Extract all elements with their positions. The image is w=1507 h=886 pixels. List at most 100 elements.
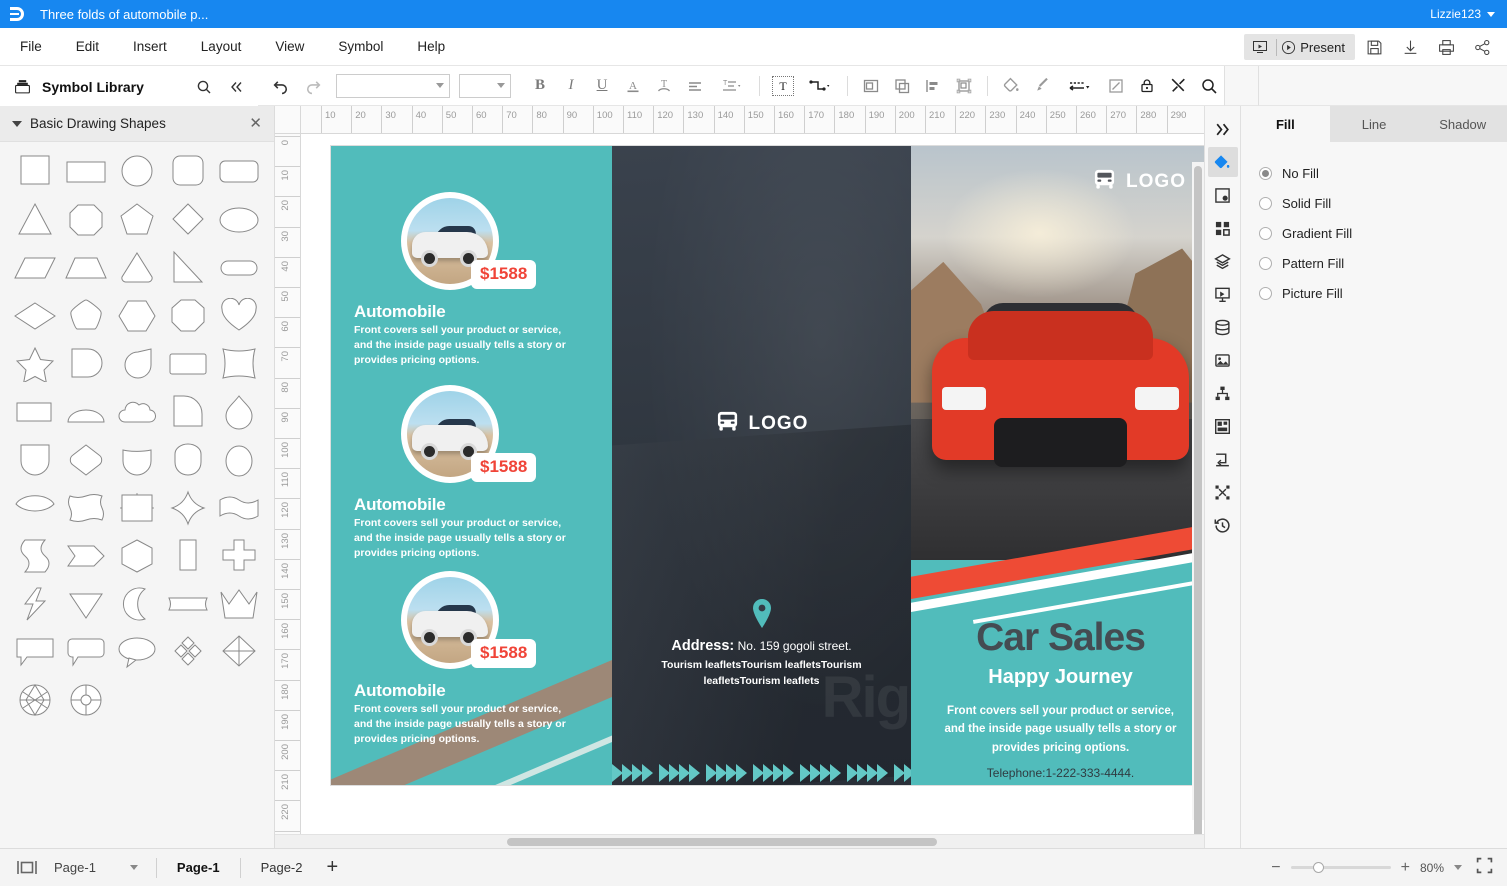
radio-button[interactable]	[1259, 197, 1272, 210]
shape-pill[interactable]	[215, 250, 264, 286]
fill-option-pattern-fill[interactable]: Pattern Fill	[1259, 248, 1489, 278]
expand-panel-icon[interactable]	[1208, 114, 1238, 144]
shape-gem[interactable]	[61, 586, 110, 622]
shape-rounded-square[interactable]	[164, 154, 213, 190]
shape-octagon[interactable]	[164, 298, 213, 334]
align-icon[interactable]	[680, 72, 710, 100]
shape-circle[interactable]	[112, 154, 161, 190]
brochure-middle-fold[interactable]: Rig	[612, 146, 911, 785]
fill-bucket-icon[interactable]	[1208, 147, 1238, 177]
brochure-right-fold[interactable]: LOGO Car Sales Happy Journey Front cover…	[911, 146, 1204, 785]
menu-layout[interactable]: Layout	[187, 34, 256, 59]
shape-s-curve[interactable]	[10, 538, 59, 574]
italic-icon[interactable]: I	[556, 72, 586, 100]
font-color-icon[interactable]: A	[618, 72, 648, 100]
history-icon[interactable]	[1208, 510, 1238, 540]
menu-symbol[interactable]: Symbol	[324, 34, 397, 59]
shape-quarter-circle[interactable]	[164, 394, 213, 430]
lock-icon[interactable]	[1132, 72, 1162, 100]
vertical-scrollbar[interactable]	[1192, 162, 1204, 820]
container-icon[interactable]	[1208, 411, 1238, 441]
duplicate-icon[interactable]	[887, 72, 917, 100]
scatter-icon[interactable]	[1208, 477, 1238, 507]
save-icon[interactable]	[1357, 32, 1391, 62]
shape-arch[interactable]	[164, 442, 213, 478]
print-icon[interactable]	[1429, 32, 1463, 62]
horizontal-scrollbar[interactable]	[275, 834, 1204, 848]
bold-icon[interactable]: B	[525, 72, 555, 100]
scrollbar-thumb[interactable]	[1194, 166, 1202, 834]
shape-lightning[interactable]	[10, 586, 59, 622]
tools-icon[interactable]	[1163, 72, 1193, 100]
search-icon[interactable]	[192, 75, 216, 99]
shape-rounded-rectangle[interactable]	[215, 154, 264, 190]
shape-hexagon[interactable]	[112, 298, 161, 334]
shape-bracket-frame-2[interactable]	[112, 490, 161, 526]
shape-quarter-round-square[interactable]	[61, 346, 110, 382]
connector-icon[interactable]	[799, 72, 839, 100]
fill-option-no-fill[interactable]: No Fill	[1259, 158, 1489, 188]
shape-hexagon-2[interactable]	[112, 538, 161, 574]
download-icon[interactable]	[1393, 32, 1427, 62]
arrange-icon[interactable]	[949, 72, 979, 100]
layers-icon[interactable]	[1208, 246, 1238, 276]
shape-moon[interactable]	[112, 586, 161, 622]
shape-flag-wave[interactable]	[215, 490, 264, 526]
shape-wheel[interactable]	[61, 682, 110, 718]
redo-icon[interactable]	[297, 72, 327, 100]
shape-star[interactable]	[10, 346, 59, 382]
right-logo[interactable]: LOGO	[1092, 168, 1186, 196]
shape-leaf[interactable]	[112, 346, 161, 382]
org-chart-icon[interactable]	[1208, 378, 1238, 408]
shape-pentagon[interactable]	[112, 202, 161, 238]
shape-octagon-rounded[interactable]	[61, 202, 110, 238]
shape-callout-rounded[interactable]	[61, 634, 110, 670]
shape-diamond-round[interactable]	[61, 442, 110, 478]
shape-category-header[interactable]: Basic Drawing Shapes ✕	[0, 106, 274, 142]
fill-option-gradient-fill[interactable]: Gradient Fill	[1259, 218, 1489, 248]
fill-option-picture-fill[interactable]: Picture Fill	[1259, 278, 1489, 308]
shape-rectangle-2[interactable]	[10, 394, 59, 430]
shape-rectangle[interactable]	[61, 154, 110, 190]
radio-button[interactable]	[1259, 167, 1272, 180]
menu-help[interactable]: Help	[403, 34, 459, 59]
shape-diamond[interactable]	[164, 202, 213, 238]
middle-logo[interactable]: LOGO	[715, 410, 809, 438]
vertical-ruler[interactable]: 0102030405060708090100110120130140150160…	[275, 134, 301, 834]
shape-concave-square[interactable]	[215, 346, 264, 382]
brochure-left-fold[interactable]: $1588 Automobile Front covers sell your …	[331, 146, 612, 785]
shape-triangle[interactable]	[10, 202, 59, 238]
fill-option-solid-fill[interactable]: Solid Fill	[1259, 188, 1489, 218]
shape-trapezoid[interactable]	[61, 250, 110, 286]
edit-shape-icon[interactable]	[1101, 72, 1131, 100]
font-family-select[interactable]	[336, 74, 450, 98]
search-icon[interactable]	[1194, 72, 1224, 100]
brush-icon[interactable]	[1027, 72, 1057, 100]
slideshow-icon[interactable]	[1244, 34, 1276, 60]
edrawmax-logo-icon[interactable]	[0, 4, 34, 24]
radio-button[interactable]	[1259, 287, 1272, 300]
image-icon[interactable]	[1208, 345, 1238, 375]
fill-bucket-icon[interactable]	[996, 72, 1026, 100]
collapse-left-icon[interactable]	[224, 75, 248, 99]
presentation-icon[interactable]	[1208, 279, 1238, 309]
shape-aperture[interactable]	[10, 682, 59, 718]
data-icon[interactable]	[1208, 312, 1238, 342]
shape-bracket-frame[interactable]	[61, 490, 110, 526]
shape-heart[interactable]	[215, 298, 264, 334]
shape-rounded-rect-2[interactable]	[164, 346, 213, 382]
shape-vertical-rectangle[interactable]	[164, 538, 213, 574]
shape-callout-ellipse[interactable]	[112, 634, 161, 670]
shape-diamond-curved[interactable]	[164, 490, 213, 526]
shape-rounded-triangle[interactable]	[112, 250, 161, 286]
shape-ellipse[interactable]	[215, 202, 264, 238]
brochure-page[interactable]: $1588 Automobile Front covers sell your …	[331, 146, 1204, 785]
shape-square[interactable]	[10, 154, 59, 190]
menu-edit[interactable]: Edit	[62, 34, 113, 59]
shape-shield[interactable]	[10, 442, 59, 478]
shape-cross[interactable]	[215, 538, 264, 574]
symbols-icon[interactable]	[1208, 213, 1238, 243]
shape-callout-rect[interactable]	[10, 634, 59, 670]
horizontal-ruler[interactable]: 1020304050607080901001101201301401501601…	[301, 106, 1204, 134]
present-button[interactable]: Present	[1277, 34, 1355, 60]
